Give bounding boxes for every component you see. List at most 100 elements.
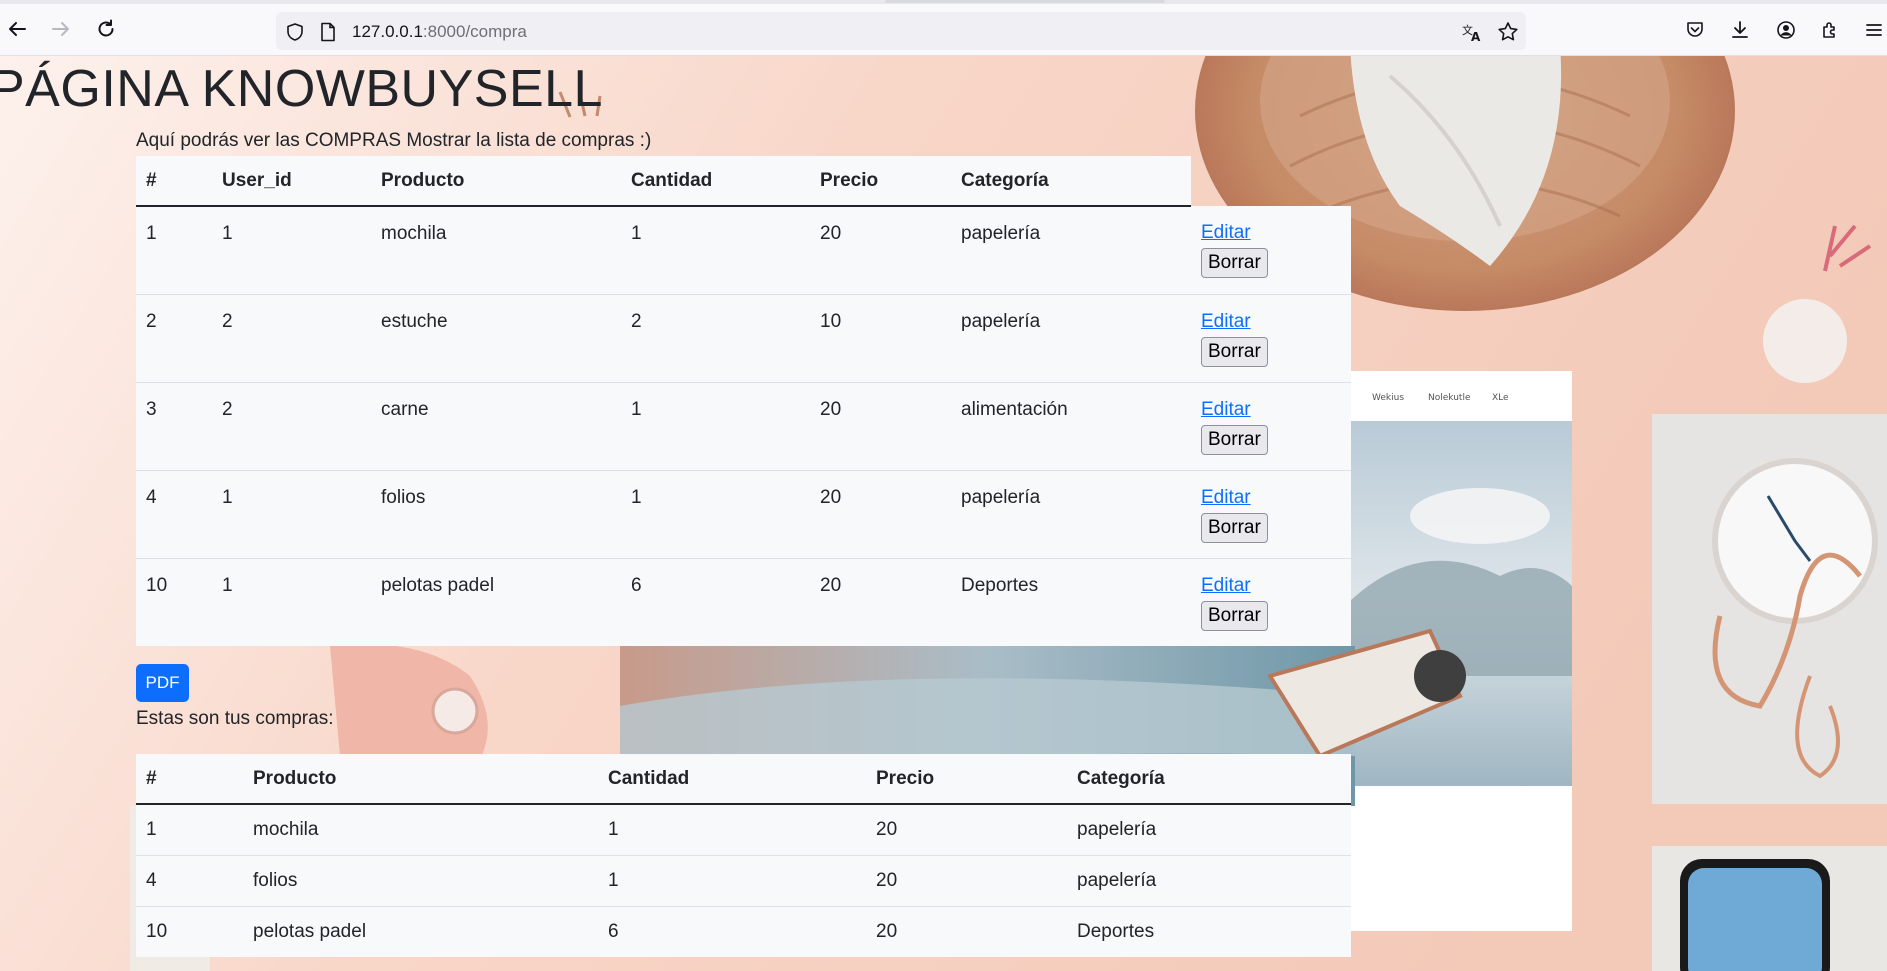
delete-button[interactable]: Borrar — [1201, 424, 1268, 455]
column-header: Cantidad — [598, 754, 866, 805]
cell-actions: Editar Borrar — [1191, 382, 1351, 471]
account-icon[interactable] — [1774, 18, 1798, 42]
cell-cantidad: 1 — [598, 855, 866, 907]
edit-link[interactable]: Editar — [1201, 575, 1341, 597]
cell-precio: 20 — [810, 558, 951, 646]
translate-icon[interactable]: 文A — [1460, 20, 1484, 44]
shield-icon[interactable] — [284, 21, 306, 43]
table-row: 10 1 pelotas padel 6 20 Deportes Editar … — [136, 558, 1351, 646]
delete-button[interactable]: Borrar — [1201, 248, 1268, 278]
table-row: 1 mochila 1 20 papelería — [136, 804, 1351, 856]
cell-precio: 20 — [866, 804, 1067, 856]
cell-cantidad: 1 — [621, 470, 810, 559]
cell-cantidad: 6 — [598, 906, 866, 957]
delete-button[interactable]: Borrar — [1201, 336, 1268, 367]
edit-link[interactable]: Editar — [1201, 487, 1341, 509]
url-path: :8000/compra — [422, 22, 527, 41]
cell-categoria: papelería — [1067, 804, 1351, 856]
cell-user-id: 2 — [212, 294, 371, 383]
cell-categoria: Deportes — [951, 558, 1191, 646]
page-title: PÁGINA KNOWBUYSELL — [0, 60, 603, 118]
my-purchases-label: Estas son tus compras: — [136, 708, 334, 729]
url-text[interactable]: 127.0.0.1:8000/compra — [352, 22, 527, 42]
page-viewport: Wekius Nolekutle XLe PÁGINA KNOWBUYSELL … — [0, 56, 1887, 971]
cell-user-id: 1 — [212, 206, 371, 295]
pdf-button[interactable]: PDF — [136, 664, 189, 702]
delete-button[interactable]: Borrar — [1201, 512, 1268, 543]
reload-icon[interactable] — [93, 16, 119, 42]
column-header: Categoría — [951, 156, 1191, 207]
delete-button[interactable]: Borrar — [1201, 600, 1268, 631]
edit-link[interactable]: Editar — [1201, 399, 1341, 421]
svg-text:XLe: XLe — [1492, 393, 1509, 403]
cell-cantidad: 1 — [621, 206, 810, 295]
cell-actions: Editar Borrar — [1191, 470, 1351, 559]
table-row: 4 folios 1 20 papelería — [136, 855, 1351, 907]
edit-link[interactable]: Editar — [1201, 222, 1341, 244]
cell-id: 1 — [136, 206, 212, 295]
table-header-row: # User_id Producto Cantidad Precio Categ… — [136, 156, 1351, 207]
cell-id: 3 — [136, 382, 212, 471]
column-header: Producto — [243, 754, 598, 805]
table-row: 3 2 carne 1 20 alimentación Editar Borra… — [136, 382, 1351, 471]
cell-producto: estuche — [371, 294, 621, 383]
cell-user-id: 1 — [212, 558, 371, 646]
cell-categoria: alimentación — [951, 382, 1191, 471]
star-icon[interactable] — [1496, 20, 1520, 44]
column-header: # — [136, 754, 243, 805]
cell-precio: 20 — [866, 906, 1067, 957]
cell-precio: 20 — [810, 382, 951, 471]
actions-header — [1191, 156, 1351, 206]
cell-actions: Editar Borrar — [1191, 294, 1351, 383]
cell-id: 10 — [136, 558, 212, 646]
cell-id: 4 — [136, 855, 243, 907]
cell-producto: folios — [371, 470, 621, 559]
cell-user-id: 2 — [212, 382, 371, 471]
table-row: 4 1 folios 1 20 papelería Editar Borrar — [136, 470, 1351, 559]
edit-link[interactable]: Editar — [1201, 311, 1341, 333]
cell-actions: Editar Borrar — [1191, 558, 1351, 646]
active-tab-indicator[interactable] — [885, 0, 1165, 3]
tab-strip — [0, 0, 1887, 4]
cell-id: 10 — [136, 906, 243, 957]
back-icon[interactable] — [4, 16, 30, 42]
cell-producto: mochila — [243, 804, 598, 856]
cell-precio: 20 — [810, 206, 951, 295]
svg-text:A: A — [1471, 30, 1481, 43]
download-icon[interactable] — [1728, 18, 1752, 42]
browser-toolbar: 127.0.0.1:8000/compra 文A — [0, 0, 1887, 56]
url-host: 127.0.0.1 — [352, 22, 423, 41]
cell-cantidad: 6 — [621, 558, 810, 646]
menu-icon[interactable] — [1862, 18, 1886, 42]
table-row: 1 1 mochila 1 20 papelería Editar Borrar — [136, 206, 1351, 295]
cell-categoria: papelería — [951, 470, 1191, 559]
page-icon[interactable] — [318, 21, 338, 43]
cell-producto: mochila — [371, 206, 621, 295]
purchases-table: # User_id Producto Cantidad Precio Categ… — [136, 156, 1351, 646]
cell-producto: pelotas padel — [371, 558, 621, 646]
cell-categoria: papelería — [951, 206, 1191, 295]
cell-cantidad: 1 — [598, 804, 866, 856]
cell-categoria: Deportes — [1067, 906, 1351, 957]
column-header: Precio — [810, 156, 951, 207]
cell-producto: carne — [371, 382, 621, 471]
cell-id: 1 — [136, 804, 243, 856]
pocket-icon[interactable] — [1683, 18, 1707, 42]
cell-id: 2 — [136, 294, 212, 383]
column-header: Categoría — [1067, 754, 1351, 805]
extensions-icon[interactable] — [1818, 18, 1842, 42]
column-header: Cantidad — [621, 156, 810, 207]
column-header: Precio — [866, 754, 1067, 805]
forward-icon[interactable] — [48, 16, 74, 42]
table-row: 10 pelotas padel 6 20 Deportes — [136, 906, 1351, 957]
column-header: Producto — [371, 156, 621, 207]
cell-producto: pelotas padel — [243, 906, 598, 957]
cell-precio: 20 — [810, 470, 951, 559]
cell-categoria: papelería — [1067, 855, 1351, 907]
table-row: 2 2 estuche 2 10 papelería Editar Borrar — [136, 294, 1351, 383]
cell-categoria: papelería — [951, 294, 1191, 383]
svg-text:Nolekutle: Nolekutle — [1428, 393, 1471, 403]
address-bar[interactable]: 127.0.0.1:8000/compra 文A — [276, 12, 1526, 50]
cell-actions: Editar Borrar — [1191, 206, 1351, 295]
my-purchases-table: # Producto Cantidad Precio Categoría 1 m… — [136, 754, 1351, 957]
